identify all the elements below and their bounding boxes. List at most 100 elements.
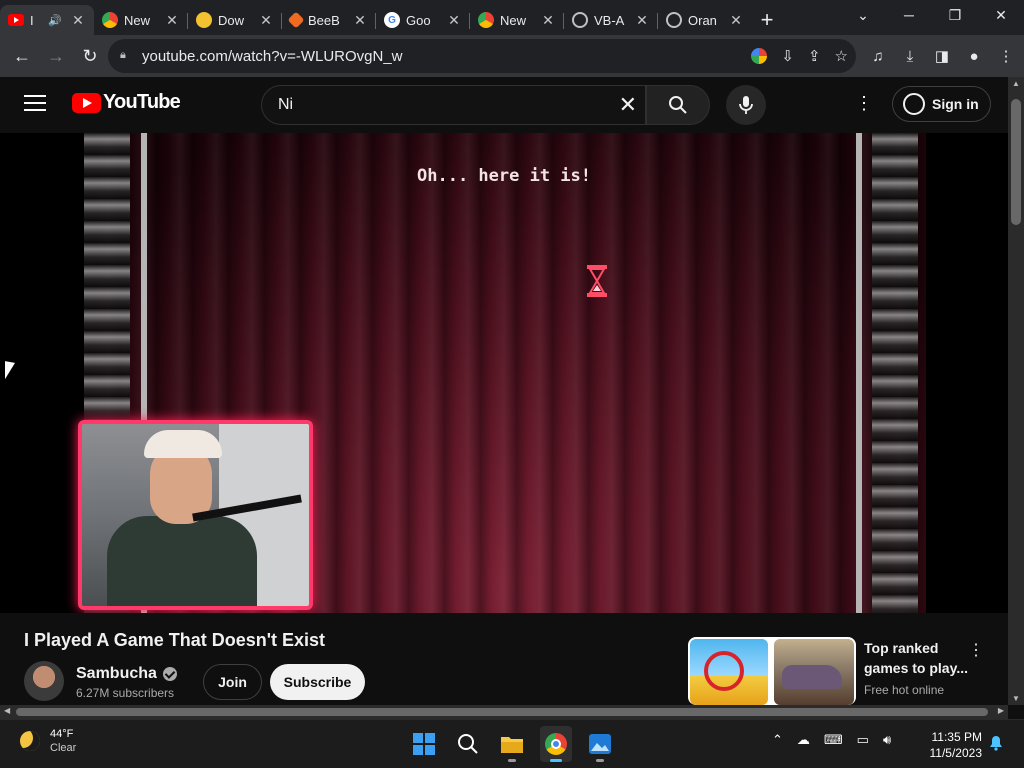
tab-vb-audio[interactable]: VB-A ✕ [564,5,658,35]
video-caption-text: Oh... here it is! [417,166,591,186]
lock-icon[interactable]: 🔒︎ [120,49,134,63]
close-tab-icon[interactable]: ✕ [352,12,368,29]
install-icon[interactable]: ⇩ [781,47,794,65]
file-explorer-button[interactable] [496,726,528,762]
window-controls: ⌄ ─ ❐ ✕ [840,0,1024,30]
scroll-left-icon[interactable]: ◀ [4,706,10,715]
moon-icon [20,731,40,751]
chrome-icon [102,12,118,28]
folder-icon [501,737,523,753]
show-hidden-icons-icon[interactable]: ⌃ [772,732,783,748]
maximize-button[interactable]: ❐ [932,0,978,30]
tab-new-2[interactable]: New ✕ [470,5,564,35]
channel-name[interactable]: Sambucha [76,665,177,683]
tab-orange[interactable]: Oran ✕ [658,5,752,35]
close-tab-icon[interactable]: ✕ [540,12,556,29]
hourglass-icon [587,265,607,297]
channel-name-text: Sambucha [76,665,157,682]
scrollbar-thumb[interactable] [1011,99,1021,225]
close-tab-icon[interactable]: ✕ [70,12,86,29]
date: 11/5/2023 [929,746,983,760]
ad-thumbnail[interactable] [688,637,856,705]
join-button[interactable]: Join [203,664,262,700]
horizontal-scrollbar[interactable]: ◀ ▶ [0,705,1008,719]
tab-beebom[interactable]: BeeB ✕ [282,5,376,35]
tab-download[interactable]: Dow ✕ [188,5,282,35]
bee-icon [196,12,212,28]
video-player[interactable]: Oh... here it is! [0,133,1008,613]
new-tab-button[interactable]: + [752,5,782,35]
downloads-icon[interactable]: ⤓ [898,40,922,72]
scroll-down-icon[interactable]: ▼ [1012,694,1020,703]
scrollbar-thumb[interactable] [16,708,988,716]
search-icon [669,96,687,114]
ad-title[interactable]: Top ranked games to play... [864,638,974,678]
tab-title: New [124,12,151,28]
tab-youtube[interactable]: I 🔊 ✕ [0,5,94,35]
browser-menu-icon[interactable]: ⋮ [994,40,1018,72]
side-panel-icon[interactable]: ◨ [930,40,954,72]
network-icon[interactable]: ▭ [857,732,869,748]
globe-icon [572,12,588,28]
search-query: Ni [278,96,294,113]
keyboard-icon[interactable]: ⌨ [824,732,843,748]
clear-search-icon[interactable]: ✕ [619,92,637,118]
mouse-cursor-icon [5,361,15,381]
browser-tab-bar: I 🔊 ✕ New ✕ Dow ✕ BeeB ✕ G Goo ✕ New ✕ V… [0,0,1024,35]
tab-search-icon[interactable]: ⌄ [840,0,886,30]
close-tab-icon[interactable]: ✕ [164,12,180,29]
address-bar[interactable]: 🔒︎ youtube.com/watch?v=-WLUROvgN_w ⇩ ⇪ ☆ [108,39,856,73]
scroll-up-icon[interactable]: ▲ [1012,79,1020,88]
chain-decoration [872,133,918,613]
channel-avatar[interactable] [24,661,64,701]
chrome-icon [478,12,494,28]
close-window-button[interactable]: ✕ [978,0,1024,30]
weather-widget[interactable]: 44°F Clear [20,728,76,754]
tab-google[interactable]: G Goo ✕ [376,5,470,35]
voice-search-button[interactable] [726,85,766,125]
search-input[interactable]: Ni ✕ [261,85,646,125]
clock[interactable]: 11:35 PM 11/5/2023 [920,729,983,761]
chrome-taskbar-button[interactable] [540,726,572,762]
subscribe-button[interactable]: Subscribe [270,664,365,700]
reload-button[interactable]: ↻ [74,40,106,72]
google-lens-icon[interactable] [751,48,768,64]
tab-title: VB-A [594,12,625,28]
ad-menu-icon[interactable]: ⋮ [968,640,984,660]
volume-icon[interactable]: 🔊︎ [883,732,891,748]
start-button[interactable] [408,726,440,762]
back-button[interactable]: ← [6,40,38,72]
search-taskbar-button[interactable] [452,726,484,762]
photos-taskbar-button[interactable] [584,726,616,762]
forward-button[interactable]: → [40,40,72,72]
video-details: I Played A Game That Doesn't Exist Sambu… [0,613,1008,705]
share-icon[interactable]: ⇪ [808,47,821,65]
notification-bell-icon[interactable] [988,735,1004,751]
youtube-logo[interactable]: YouTube [72,91,181,114]
onedrive-icon[interactable]: ☁ [797,732,810,748]
webcam-overlay [78,420,313,610]
tab-title: Dow [218,12,245,28]
youtube-wordmark: YouTube [103,91,181,113]
photos-icon [589,734,611,754]
search-button[interactable] [646,85,710,125]
vertical-scrollbar[interactable]: ▲ ▼ [1008,77,1024,705]
time: 11:35 PM [931,730,982,744]
minimize-button[interactable]: ─ [886,0,932,30]
settings-menu-icon[interactable]: ⋮ [852,93,876,117]
close-tab-icon[interactable]: ✕ [634,12,650,29]
audio-icon[interactable]: 🔊 [48,14,62,27]
menu-icon[interactable] [24,95,46,113]
tab-new-1[interactable]: New ✕ [94,5,188,35]
close-tab-icon[interactable]: ✕ [728,12,744,29]
verified-icon [162,667,177,681]
url-text: youtube.com/watch?v=-WLUROvgN_w [142,47,403,65]
tab-title: New [500,12,527,28]
close-tab-icon[interactable]: ✕ [446,12,462,29]
close-tab-icon[interactable]: ✕ [258,12,274,29]
sign-in-button[interactable]: Sign in [892,86,991,122]
profile-icon[interactable]: ● [962,40,986,72]
bookmark-star-icon[interactable]: ☆ [835,47,848,65]
scroll-right-icon[interactable]: ▶ [998,706,1004,715]
media-control-icon[interactable]: ♫ [866,40,890,72]
